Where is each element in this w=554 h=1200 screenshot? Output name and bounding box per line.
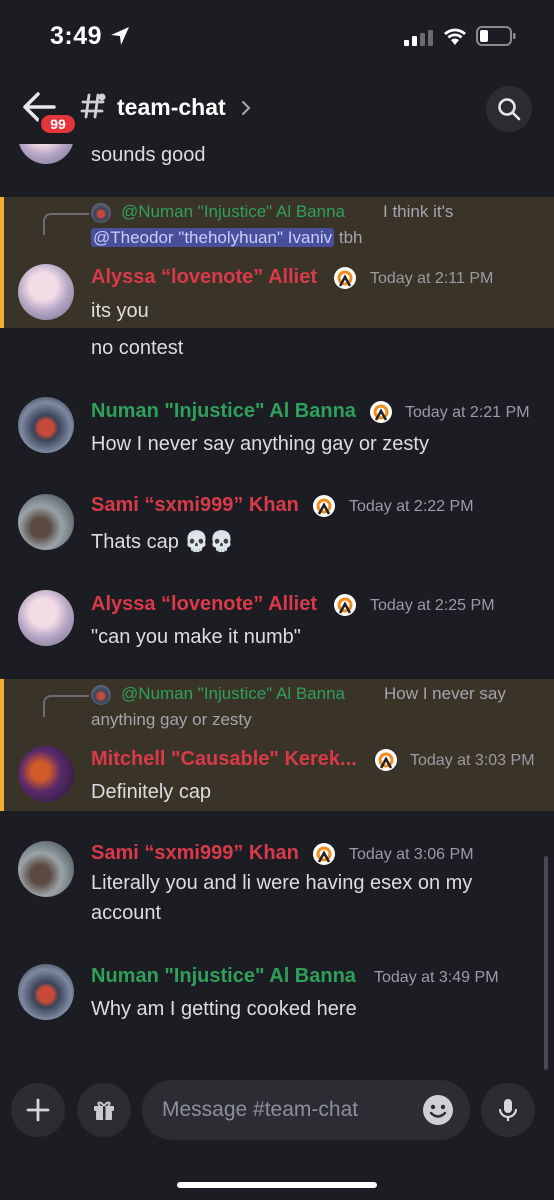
avatar[interactable] [18, 494, 74, 550]
author-name[interactable]: Numan "Injustice" Al Banna [91, 400, 356, 423]
battery-icon [476, 26, 516, 46]
overwatch-badge-icon [334, 594, 356, 616]
channel-title[interactable]: team-chat [117, 94, 226, 121]
search-icon [498, 98, 521, 121]
avatar[interactable] [18, 964, 74, 1020]
status-time: 3:49 [50, 22, 103, 50]
timestamp: Today at 2:22 PM [349, 498, 474, 515]
avatar[interactable] [18, 397, 74, 453]
channel-header: 99 team-chat [0, 74, 554, 144]
avatar[interactable] [18, 590, 74, 646]
voice-message-button[interactable] [481, 1083, 535, 1137]
message-text: its you [91, 300, 149, 322]
plus-icon [26, 1098, 50, 1122]
message-text: no contest [91, 337, 184, 359]
add-attachment-button[interactable] [11, 1083, 65, 1137]
emoji-icon[interactable] [422, 1094, 454, 1126]
message-text: Definitely cap [91, 781, 212, 803]
reply-preview-text-2: anything gay or zesty [91, 710, 252, 729]
unread-badge: 99 [38, 112, 78, 136]
channel-hash-icon [80, 93, 106, 119]
timestamp: Today at 2:25 PM [370, 597, 495, 614]
message-list[interactable]: sounds good @Numan "Injustice" Al Banna … [0, 144, 554, 1070]
reply-connector [43, 695, 89, 717]
timestamp: Today at 3:06 PM [349, 846, 474, 863]
message-placeholder: Message #team-chat [162, 1098, 359, 1121]
cellular-signal-icon [404, 30, 433, 46]
user-mention[interactable]: @Theodor "theholyhuan" Ivaniv [91, 228, 335, 247]
reply-avatar [91, 203, 111, 223]
message-text: Why am I getting cooked here [91, 998, 357, 1020]
avatar[interactable] [18, 264, 74, 320]
message-text: Thats cap 💀💀 [91, 531, 235, 553]
message-text: Literally you and li were having esex on… [91, 872, 473, 894]
author-name[interactable]: Sami “sxmi999” Khan [91, 842, 299, 865]
author-name[interactable]: Numan "Injustice" Al Banna [91, 965, 356, 988]
reply-preview-line2: @Theodor "theholyhuan" Ivaniv tbh [91, 228, 363, 248]
message-text: "can you make it numb" [91, 626, 301, 648]
timestamp: Today at 2:11 PM [370, 270, 494, 287]
message-text: How I never say anything gay or zesty [91, 433, 429, 455]
message-composer: Message #team-chat [0, 1070, 554, 1200]
timestamp: Today at 3:03 PM [410, 752, 535, 769]
location-arrow-icon [111, 27, 129, 45]
reply-preview-text-2: tbh [338, 228, 363, 247]
message-text: account [91, 902, 162, 924]
gift-button[interactable] [77, 1083, 131, 1137]
overwatch-badge-icon [313, 495, 335, 517]
reply-preview-text: How I never say [384, 684, 506, 703]
overwatch-badge-icon [370, 401, 392, 423]
overwatch-badge-icon [313, 843, 335, 865]
wifi-icon [444, 28, 466, 45]
search-button[interactable] [486, 86, 532, 132]
reply-preview-text: I think it's [383, 202, 454, 221]
author-name[interactable]: Alyssa “lovenote” Alliet [91, 593, 317, 616]
reply-avatar [91, 685, 111, 705]
reply-author[interactable]: @Numan "Injustice" Al Banna [121, 684, 345, 704]
avatar[interactable] [18, 841, 74, 897]
microphone-icon [498, 1099, 518, 1121]
timestamp: Today at 2:21 PM [405, 404, 530, 421]
timestamp: Today at 3:49 PM [374, 969, 499, 986]
overwatch-badge-icon [334, 267, 356, 289]
reply-author[interactable]: @Numan "Injustice" Al Banna [121, 202, 345, 222]
gift-icon [94, 1101, 114, 1120]
message-text: sounds good [91, 144, 206, 166]
overwatch-badge-icon [375, 749, 397, 771]
author-name[interactable]: Mitchell "Causable" Kerek... [91, 748, 357, 771]
reply-connector [43, 213, 89, 235]
avatar[interactable] [18, 746, 74, 802]
message-input[interactable]: Message #team-chat [142, 1080, 470, 1140]
avatar[interactable] [18, 144, 74, 164]
home-indicator [177, 1182, 377, 1188]
chevron-right-icon[interactable] [240, 99, 252, 117]
author-name[interactable]: Alyssa “lovenote” Alliet [91, 266, 317, 289]
author-name[interactable]: Sami “sxmi999” Khan [91, 494, 299, 517]
scrollbar[interactable] [544, 856, 548, 1070]
status-bar: 3:49 [0, 0, 554, 74]
